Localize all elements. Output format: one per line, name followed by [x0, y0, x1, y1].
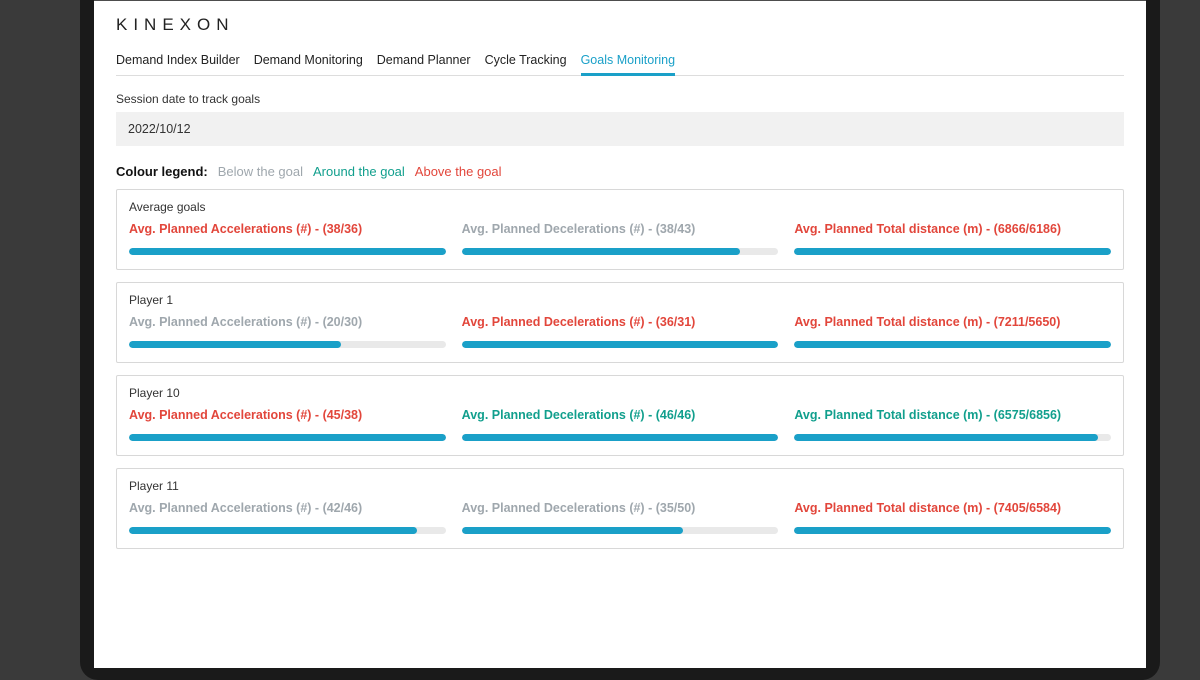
goal-card-metrics: Avg. Planned Accelerations (#) - (38/36)…	[129, 222, 1111, 255]
legend-item-above: Above the goal	[415, 164, 502, 179]
goal-metric: Avg. Planned Decelerations (#) - (38/43)	[462, 222, 779, 255]
goal-progress-bar	[129, 434, 446, 441]
goal-progress-fill	[462, 248, 741, 255]
goal-metric: Avg. Planned Decelerations (#) - (36/31)	[462, 315, 779, 348]
goal-card-title: Average goals	[129, 200, 1111, 214]
tab-cycle-tracking[interactable]: Cycle Tracking	[485, 47, 567, 75]
goal-progress-fill	[129, 248, 446, 255]
goal-progress-bar	[794, 527, 1111, 534]
goal-progress-bar	[462, 527, 779, 534]
goal-progress-fill	[129, 527, 417, 534]
session-date-input[interactable]	[116, 112, 1124, 146]
session-date-label: Session date to track goals	[116, 92, 1124, 106]
goal-metric: Avg. Planned Total distance (m) - (6866/…	[794, 222, 1111, 255]
goal-metric-label: Avg. Planned Decelerations (#) - (46/46)	[462, 408, 779, 422]
goal-metric: Avg. Planned Accelerations (#) - (42/46)	[129, 501, 446, 534]
tab-demand-monitoring[interactable]: Demand Monitoring	[254, 47, 363, 75]
goal-progress-fill	[129, 341, 341, 348]
goal-card-metrics: Avg. Planned Accelerations (#) - (20/30)…	[129, 315, 1111, 348]
goal-metric-label: Avg. Planned Decelerations (#) - (36/31)	[462, 315, 779, 329]
tab-demand-planner[interactable]: Demand Planner	[377, 47, 471, 75]
goal-progress-bar	[794, 248, 1111, 255]
goal-card-title: Player 10	[129, 386, 1111, 400]
goal-card: Player 10 Avg. Planned Accelerations (#) …	[116, 375, 1124, 456]
app-viewport: KINEXON Demand Index Builder Demand Monit…	[94, 0, 1146, 668]
goal-metric: Avg. Planned Total distance (m) - (7405/…	[794, 501, 1111, 534]
goal-progress-fill	[462, 341, 779, 348]
goal-progress-fill	[794, 434, 1098, 441]
legend-item-around: Around the goal	[313, 164, 405, 179]
goal-metric: Avg. Planned Total distance (m) - (6575/…	[794, 408, 1111, 441]
colour-legend: Colour legend: Below the goal Around the…	[116, 164, 1124, 179]
goal-metric: Avg. Planned Accelerations (#) - (20/30)	[129, 315, 446, 348]
goal-metric-label: Avg. Planned Accelerations (#) - (20/30)	[129, 315, 446, 329]
main-tabs: Demand Index Builder Demand Monitoring Dem…	[116, 47, 1124, 76]
goal-metric-label: Avg. Planned Accelerations (#) - (38/36)	[129, 222, 446, 236]
tab-demand-index-builder[interactable]: Demand Index Builder	[116, 47, 240, 75]
goal-metric-label: Avg. Planned Total distance (m) - (6575/…	[794, 408, 1111, 422]
goal-card: Player 11 Avg. Planned Accelerations (#) …	[116, 468, 1124, 549]
goal-card-metrics: Avg. Planned Accelerations (#) - (45/38)…	[129, 408, 1111, 441]
goal-metric-label: Avg. Planned Decelerations (#) - (38/43)	[462, 222, 779, 236]
goal-metric: Avg. Planned Accelerations (#) - (45/38)	[129, 408, 446, 441]
goal-progress-bar	[129, 527, 446, 534]
goal-progress-bar	[462, 341, 779, 348]
goal-progress-fill	[794, 341, 1111, 348]
legend-title: Colour legend:	[116, 164, 208, 179]
goal-progress-fill	[794, 527, 1111, 534]
goal-metric-label: Avg. Planned Total distance (m) - (6866/…	[794, 222, 1111, 236]
goal-progress-bar	[129, 341, 446, 348]
goal-metric-label: Avg. Planned Decelerations (#) - (35/50)	[462, 501, 779, 515]
goal-progress-bar	[794, 434, 1111, 441]
legend-item-below: Below the goal	[218, 164, 303, 179]
tab-goals-monitoring[interactable]: Goals Monitoring	[581, 47, 676, 75]
goal-progress-bar	[794, 341, 1111, 348]
goal-metric-label: Avg. Planned Accelerations (#) - (42/46)	[129, 501, 446, 515]
goal-card: Average goals Avg. Planned Accelerations …	[116, 189, 1124, 270]
goal-metric: Avg. Planned Decelerations (#) - (46/46)	[462, 408, 779, 441]
goal-progress-fill	[129, 434, 446, 441]
goal-metric-label: Avg. Planned Total distance (m) - (7211/…	[794, 315, 1111, 329]
goal-progress-bar	[462, 434, 779, 441]
goal-progress-fill	[462, 434, 779, 441]
goal-card-metrics: Avg. Planned Accelerations (#) - (42/46)…	[129, 501, 1111, 534]
goal-metric-label: Avg. Planned Total distance (m) - (7405/…	[794, 501, 1111, 515]
tablet-frame: KINEXON Demand Index Builder Demand Monit…	[80, 0, 1160, 680]
goal-card-title: Player 11	[129, 479, 1111, 493]
app-root: KINEXON Demand Index Builder Demand Monit…	[94, 1, 1146, 549]
goal-metric: Avg. Planned Decelerations (#) - (35/50)	[462, 501, 779, 534]
brand-logo: KINEXON	[116, 15, 1124, 35]
goal-progress-bar	[129, 248, 446, 255]
goal-cards-list: Average goals Avg. Planned Accelerations …	[116, 189, 1124, 549]
brand-logo-text: KINEXON	[116, 15, 235, 34]
goal-progress-fill	[794, 248, 1111, 255]
goal-progress-fill	[462, 527, 684, 534]
goal-metric: Avg. Planned Total distance (m) - (7211/…	[794, 315, 1111, 348]
goal-card-title: Player 1	[129, 293, 1111, 307]
goal-progress-bar	[462, 248, 779, 255]
goal-metric: Avg. Planned Accelerations (#) - (38/36)	[129, 222, 446, 255]
goal-card: Player 1 Avg. Planned Accelerations (#) -…	[116, 282, 1124, 363]
goal-metric-label: Avg. Planned Accelerations (#) - (45/38)	[129, 408, 446, 422]
